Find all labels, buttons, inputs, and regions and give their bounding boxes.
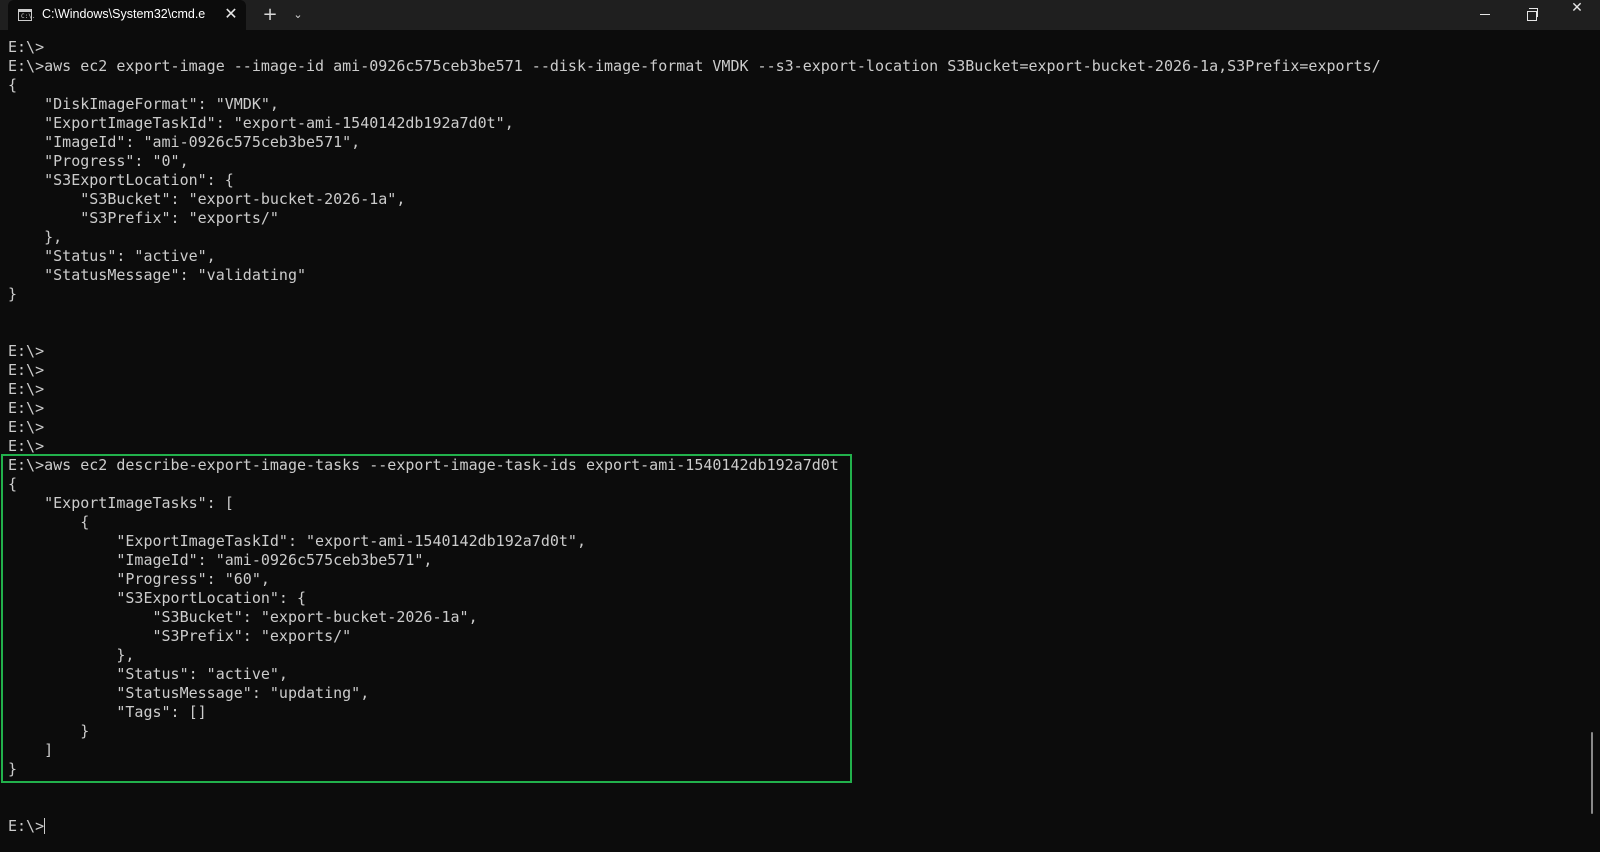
terminal-line: E:\> <box>8 817 46 835</box>
terminal-line: "Progress": "60", <box>8 570 270 588</box>
restore-icon <box>1527 8 1538 21</box>
terminal-line: "S3Prefix": "exports/" <box>8 209 279 227</box>
terminal-line: "S3Bucket": "export-bucket-2026-1a", <box>8 190 406 208</box>
terminal-line: E:\> <box>8 399 45 417</box>
terminal-line: }, <box>8 646 135 664</box>
terminal-line: E:\> <box>8 380 45 398</box>
terminal-line: } <box>8 285 18 303</box>
terminal-line: { <box>8 76 18 94</box>
terminal-line: "ExportImageTaskId": "export-ami-1540142… <box>8 114 514 132</box>
minimize-icon <box>1480 14 1490 15</box>
terminal-line: }, <box>8 228 63 246</box>
terminal-line: E:\> <box>8 361 45 379</box>
terminal-line: E:\> <box>8 437 45 455</box>
terminal-line: "ImageId": "ami-0926c575ceb3be571", <box>8 551 433 569</box>
terminal-line: "StatusMessage": "updating", <box>8 684 370 702</box>
terminal-line: ] <box>8 741 54 759</box>
minimize-button[interactable] <box>1462 0 1508 30</box>
terminal-line: "S3Prefix": "exports/" <box>8 627 352 645</box>
cmd-icon: C:\. <box>18 9 36 21</box>
terminal-line: "DiskImageFormat": "VMDK", <box>8 95 279 113</box>
terminal-line: "StatusMessage": "validating" <box>8 266 307 284</box>
terminal-line: } <box>8 760 18 778</box>
close-window-button[interactable]: ✕ <box>1554 0 1600 30</box>
terminal-line: "ExportImageTaskId": "export-ami-1540142… <box>8 532 586 550</box>
cmd-icon-text: C:\. <box>21 13 36 20</box>
terminal-line: E:\> <box>8 418 45 436</box>
tab-title: C:\Windows\System32\cmd.e <box>42 7 206 21</box>
close-tab-icon[interactable]: ✕ <box>222 5 240 23</box>
terminal-line: E:\> <box>8 38 45 56</box>
terminal-output[interactable]: E:\> E:\>aws ec2 export-image --image-id … <box>8 38 1588 846</box>
text-cursor <box>44 818 46 834</box>
terminal-line: "S3Bucket": "export-bucket-2026-1a", <box>8 608 478 626</box>
terminal-line: { <box>8 475 18 493</box>
title-bar[interactable]: C:\. C:\Windows\System32\cmd.e ✕ + ⌄ ✕ <box>0 0 1600 30</box>
terminal-line: "S3ExportLocation": { <box>8 171 234 189</box>
terminal-window: C:\. C:\Windows\System32\cmd.e ✕ + ⌄ ✕ E… <box>0 0 1600 852</box>
terminal-line: "Progress": "0", <box>8 152 189 170</box>
chevron-down-icon[interactable]: ⌄ <box>288 6 308 24</box>
terminal-line: { <box>8 513 90 531</box>
tab-cmd[interactable]: C:\. C:\Windows\System32\cmd.e ✕ <box>8 0 246 30</box>
restore-button[interactable] <box>1508 0 1554 30</box>
terminal-line: "Status": "active", <box>8 665 288 683</box>
terminal-line: E:\> <box>8 342 45 360</box>
terminal-line: E:\>aws ec2 export-image --image-id ami-… <box>8 57 1381 75</box>
terminal-line: "ImageId": "ami-0926c575ceb3be571", <box>8 133 361 151</box>
terminal-line: "ExportImageTasks": [ <box>8 494 234 512</box>
new-tab-button[interactable]: + <box>258 4 282 26</box>
terminal-line: "Tags": [] <box>8 703 207 721</box>
terminal-line: "Status": "active", <box>8 247 216 265</box>
scrollbar-thumb[interactable] <box>1591 732 1593 814</box>
terminal-line: "S3ExportLocation": { <box>8 589 307 607</box>
terminal-line: E:\>aws ec2 describe-export-image-tasks … <box>8 456 839 474</box>
terminal-line: } <box>8 722 90 740</box>
